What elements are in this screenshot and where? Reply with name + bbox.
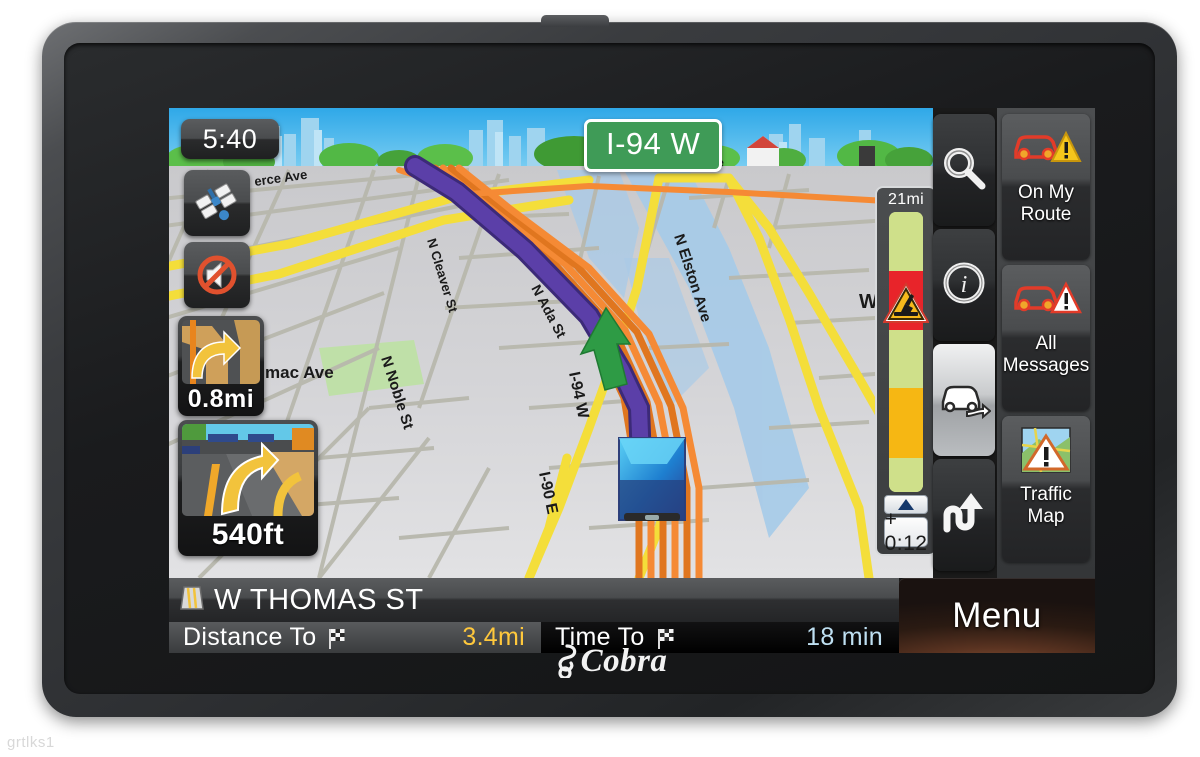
traffic-map-label-line2: Map bbox=[1027, 506, 1065, 527]
traffic-segment bbox=[889, 329, 923, 389]
current-street-bar: W THOMAS ST bbox=[169, 578, 899, 622]
car-yellow-warning-icon bbox=[1010, 114, 1082, 182]
all-messages-label-line2: Messages bbox=[1002, 355, 1090, 376]
route-shield-label: I-94 W bbox=[606, 126, 701, 161]
cobra-snake-icon bbox=[552, 644, 578, 680]
all-messages-button[interactable]: All Messages bbox=[1002, 265, 1090, 411]
traffic-delay-value: + 0:12 bbox=[884, 508, 928, 555]
all-messages-label-line1: All bbox=[1035, 333, 1057, 354]
car-arrow-icon bbox=[937, 376, 992, 425]
next-turn-distance: 0.8mi bbox=[187, 385, 255, 413]
traffic-map-warning-icon bbox=[1019, 416, 1073, 484]
traffic-bar-body: 21mi + 0:12 bbox=[875, 186, 933, 556]
menu-button-label: Menu bbox=[952, 595, 1042, 635]
traffic-segment bbox=[889, 212, 923, 271]
map-canvas[interactable]: erce Ave N Cleaver St W North Ave N Ada … bbox=[169, 108, 933, 578]
gps-device-body: erce Ave N Cleaver St W North Ave N Ada … bbox=[42, 15, 1177, 717]
info-circle-icon: i bbox=[939, 258, 989, 313]
traffic-track[interactable] bbox=[889, 212, 923, 492]
mute-speaker-icon bbox=[184, 242, 250, 308]
on-my-route-label-line2: Route bbox=[1020, 204, 1072, 225]
lane-guidance-preview[interactable]: 540ft bbox=[178, 420, 318, 556]
road-work-icon bbox=[883, 282, 929, 324]
traffic-menu-column: On My Route All Messages Traffic Map bbox=[997, 108, 1095, 578]
detour-button[interactable] bbox=[933, 459, 995, 571]
traffic-map-label-line1: Traffic bbox=[1020, 484, 1072, 505]
search-button[interactable] bbox=[933, 114, 995, 226]
device-bezel: erce Ave N Cleaver St W North Ave N Ada … bbox=[64, 43, 1155, 694]
lane-guidance-icon bbox=[182, 424, 314, 516]
clock-value: 5:40 bbox=[202, 123, 258, 154]
screenshot-root: erce Ave N Cleaver St W North Ave N Ada … bbox=[0, 0, 1200, 757]
road-sign-icon bbox=[179, 584, 205, 617]
next-turn-preview[interactable]: 0.8mi bbox=[178, 316, 264, 416]
cobra-wordmark: Cobra bbox=[580, 643, 668, 679]
vehicle-marker bbox=[618, 437, 686, 521]
traffic-map-button[interactable]: Traffic Map bbox=[1002, 416, 1090, 562]
on-my-route-label-line1: On My bbox=[1018, 182, 1074, 203]
mute-button[interactable] bbox=[184, 242, 250, 308]
where-am-i-button[interactable] bbox=[933, 344, 995, 456]
street-label: mac Ave bbox=[265, 363, 334, 382]
svg-text:i: i bbox=[961, 272, 968, 298]
magnifier-icon bbox=[939, 143, 989, 198]
traffic-segment bbox=[889, 458, 923, 492]
traffic-bar[interactable]: 21mi + 0:12 bbox=[875, 186, 933, 556]
cobra-logo: Cobra bbox=[64, 643, 1155, 680]
device-screen: erce Ave N Cleaver St W North Ave N Ada … bbox=[169, 108, 1095, 653]
info-button[interactable]: i bbox=[933, 229, 995, 341]
traffic-range-label: 21mi bbox=[888, 191, 924, 208]
traffic-segment bbox=[889, 388, 923, 459]
car-white-warning-icon bbox=[1010, 265, 1082, 333]
current-street-name: W THOMAS ST bbox=[214, 583, 424, 616]
gps-status-button[interactable] bbox=[184, 170, 250, 236]
menu-button[interactable]: Menu bbox=[899, 578, 1095, 653]
satellite-icon bbox=[184, 170, 250, 236]
u-turn-icon bbox=[939, 489, 989, 542]
on-my-route-button[interactable]: On My Route bbox=[1002, 114, 1090, 260]
image-watermark: grtlks1 bbox=[7, 734, 55, 751]
lane-guidance-distance: 540ft bbox=[211, 518, 285, 551]
route-shield: I-94 W bbox=[584, 119, 723, 172]
device-top-tab bbox=[541, 15, 610, 27]
clock-display: 5:40 bbox=[181, 119, 279, 159]
map-tool-column: i bbox=[933, 108, 995, 578]
turn-right-ramp-icon bbox=[182, 320, 260, 384]
